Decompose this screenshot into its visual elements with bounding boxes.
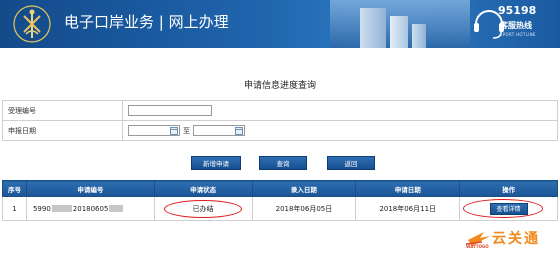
red-highlight-circle [463, 199, 544, 218]
red-highlight-circle [163, 200, 242, 218]
row-index: 1 [2, 196, 27, 221]
apply-no-prefix: 5990 [32, 204, 51, 213]
row-entry-date: 2018年06月05日 [251, 196, 357, 221]
redacted-block [109, 205, 124, 212]
date-to-input[interactable] [193, 125, 245, 136]
row-apply-no: 5990 20180605 [25, 196, 155, 221]
header-apply-date: 申请日期 [355, 180, 461, 197]
header-entry-date: 录入日期 [251, 180, 357, 197]
banner-building [360, 8, 386, 48]
date-range-separator: 至 [183, 126, 190, 135]
calendar-icon[interactable] [170, 127, 178, 135]
customs-emblem-icon [13, 5, 51, 43]
banner-building [390, 16, 408, 48]
new-apply-button[interactable]: 新增申请 [191, 156, 241, 170]
hotline-sub-label: EPORT HOTLINE [500, 32, 536, 37]
accept-no-cell [122, 100, 558, 121]
watermark-sub-text: WAYTOGO [466, 244, 489, 249]
row-apply-date: 2018年06月11日 [355, 196, 461, 221]
page-title: 申请信息进度查询 [243, 81, 316, 91]
watermark-text: 云关通 [492, 231, 540, 247]
table-header-row: 序号 申请编号 申请状态 录入日期 申请日期 操作 [2, 180, 558, 197]
apply-no-mid: 20180605 [72, 204, 109, 213]
banner-building [412, 24, 426, 48]
back-button[interactable]: 返回 [327, 156, 375, 170]
accept-no-label: 受理编号 [2, 100, 123, 121]
form-row-accept-no: 受理编号 [2, 100, 558, 121]
redacted-block [51, 205, 72, 212]
row-action: 查看详情 [459, 196, 558, 221]
header-index: 序号 [2, 180, 27, 197]
hotline-number: 95198 [498, 4, 537, 17]
apply-date-cell: 至 [122, 120, 558, 141]
results-table: 序号 申请编号 申请状态 录入日期 申请日期 操作 1 5990 20180605… [2, 180, 558, 221]
table-row: 1 5990 20180605 已办结 2018年06月05日 2018年06月1… [2, 196, 558, 221]
search-form: 受理编号 申报日期 至 [2, 100, 558, 141]
row-status: 已办结 [153, 196, 253, 221]
form-row-apply-date: 申报日期 至 [2, 120, 558, 141]
hotline-label: 客服热线 [500, 21, 532, 30]
header-status: 申请状态 [153, 180, 253, 197]
apply-date-label: 申报日期 [2, 120, 123, 141]
header-apply-no: 申请编号 [25, 180, 155, 197]
date-from-input[interactable] [128, 125, 180, 136]
accept-no-input[interactable] [128, 104, 212, 116]
calendar-icon[interactable] [235, 127, 243, 135]
banner-title: 电子口岸业务 | 网上办理 [64, 13, 229, 31]
header-action: 操作 [459, 180, 558, 197]
query-button[interactable]: 查询 [259, 156, 307, 170]
